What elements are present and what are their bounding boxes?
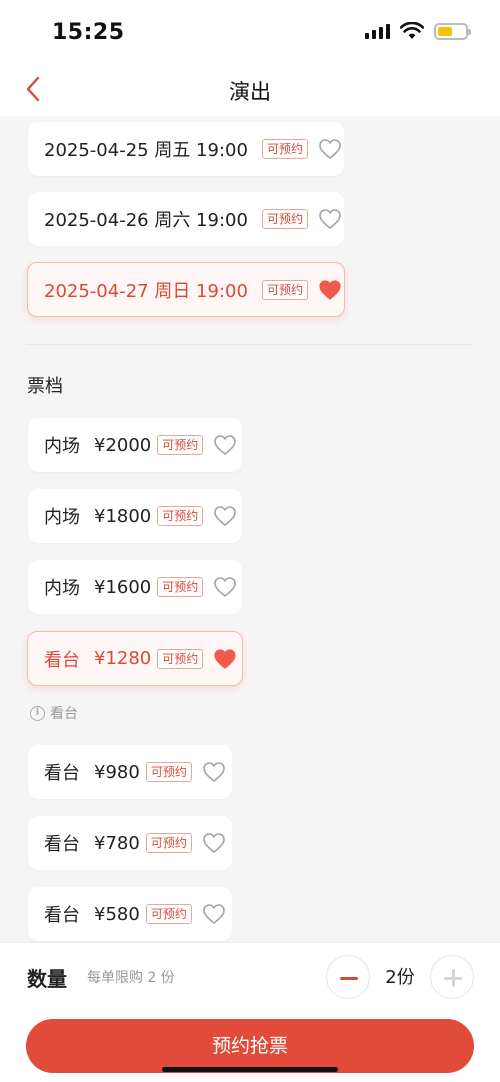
reserve-ticket-button[interactable]: 预约抢票 bbox=[26, 1019, 474, 1073]
ticket-tier-option[interactable]: 看台 ¥980 可预约 bbox=[28, 745, 232, 799]
page-title: 演出 bbox=[229, 80, 271, 104]
info-icon: i bbox=[30, 705, 45, 721]
status-bar: 15:25 bbox=[0, 0, 500, 62]
tier-price: ¥1800 bbox=[94, 505, 152, 527]
heart-outline-icon[interactable] bbox=[213, 505, 237, 527]
home-indicator bbox=[162, 1067, 338, 1072]
content-area: 2025-04-25 周五 19:00 可预约 2025-04-26 周六 19… bbox=[0, 116, 500, 942]
available-badge: 可预约 bbox=[261, 209, 308, 229]
date-option[interactable]: 2025-04-26 周六 19:00 可预约 bbox=[28, 192, 344, 246]
ticket-tier-option-selected[interactable]: 看台 ¥1280 可预约 bbox=[27, 631, 243, 686]
heart-outline-icon[interactable] bbox=[318, 208, 342, 230]
bottom-action-bar: 数量 每单限购 2 份 2份 预约抢票 bbox=[0, 942, 500, 1082]
tier-price: ¥980 bbox=[94, 761, 140, 783]
wifi-icon bbox=[400, 22, 424, 39]
available-badge: 可预约 bbox=[145, 833, 192, 853]
heart-outline-icon[interactable] bbox=[202, 832, 226, 854]
quantity-label: 数量 bbox=[27, 967, 67, 991]
tier-area: 看台 bbox=[44, 834, 80, 855]
increase-quantity-button[interactable] bbox=[430, 955, 474, 999]
date-label: 2025-04-26 周六 19:00 bbox=[44, 210, 248, 231]
decrease-quantity-button[interactable] bbox=[326, 955, 370, 999]
signal-icon bbox=[365, 23, 390, 39]
available-badge: 可预约 bbox=[261, 139, 308, 159]
heart-filled-icon[interactable] bbox=[318, 279, 342, 301]
available-badge: 可预约 bbox=[157, 648, 204, 669]
available-badge: 可预约 bbox=[145, 762, 192, 782]
heart-outline-icon[interactable] bbox=[213, 434, 237, 456]
available-badge: 可预约 bbox=[145, 904, 192, 924]
available-badge: 可预约 bbox=[157, 506, 204, 526]
ticket-tier-option[interactable]: 内场 ¥1600 可预约 bbox=[28, 560, 242, 614]
date-option[interactable]: 2025-04-25 周五 19:00 可预约 bbox=[28, 122, 344, 176]
tier-area: 看台 bbox=[44, 763, 80, 784]
heart-filled-icon[interactable] bbox=[213, 648, 237, 670]
tier-area: 看台 bbox=[44, 905, 80, 926]
tier-area: 内场 bbox=[44, 578, 80, 599]
heart-outline-icon[interactable] bbox=[202, 903, 226, 925]
minus-icon bbox=[340, 977, 358, 980]
ticket-tier-option[interactable]: 内场 ¥2000 可预约 bbox=[28, 418, 242, 472]
ticket-tier-option[interactable]: 看台 ¥580 可预约 bbox=[28, 887, 232, 941]
tier-price: ¥1280 bbox=[94, 648, 152, 669]
heart-outline-icon[interactable] bbox=[318, 138, 342, 160]
status-time: 15:25 bbox=[52, 20, 125, 45]
tier-note: i 看台 bbox=[30, 703, 78, 723]
ticket-tier-heading: 票档 bbox=[27, 376, 63, 397]
available-badge: 可预约 bbox=[157, 577, 204, 597]
tier-area: 内场 bbox=[44, 507, 80, 528]
date-option-selected[interactable]: 2025-04-27 周日 19:00 可预约 bbox=[27, 262, 345, 317]
tier-price: ¥2000 bbox=[94, 434, 152, 456]
divider bbox=[26, 344, 472, 345]
battery-icon bbox=[434, 22, 471, 40]
tier-area: 内场 bbox=[44, 436, 80, 457]
tier-price: ¥780 bbox=[94, 832, 140, 854]
available-badge: 可预约 bbox=[157, 435, 204, 455]
available-badge: 可预约 bbox=[261, 279, 308, 300]
quantity-value: 2份 bbox=[385, 967, 415, 988]
tier-price: ¥1600 bbox=[94, 576, 152, 598]
tier-area: 看台 bbox=[44, 649, 80, 671]
ticket-tier-option[interactable]: 内场 ¥1800 可预约 bbox=[28, 489, 242, 543]
tier-note-text: 看台 bbox=[50, 706, 78, 722]
heart-outline-icon[interactable] bbox=[202, 761, 226, 783]
quantity-limit-text: 每单限购 2 份 bbox=[87, 970, 175, 986]
status-icons bbox=[365, 22, 471, 40]
date-label: 2025-04-27 周日 19:00 bbox=[44, 280, 248, 302]
ticket-tier-option[interactable]: 看台 ¥780 可预约 bbox=[28, 816, 232, 870]
nav-bar: 演出 bbox=[0, 62, 500, 116]
date-label: 2025-04-25 周五 19:00 bbox=[44, 140, 248, 161]
tier-price: ¥580 bbox=[94, 903, 140, 925]
heart-outline-icon[interactable] bbox=[213, 576, 237, 598]
